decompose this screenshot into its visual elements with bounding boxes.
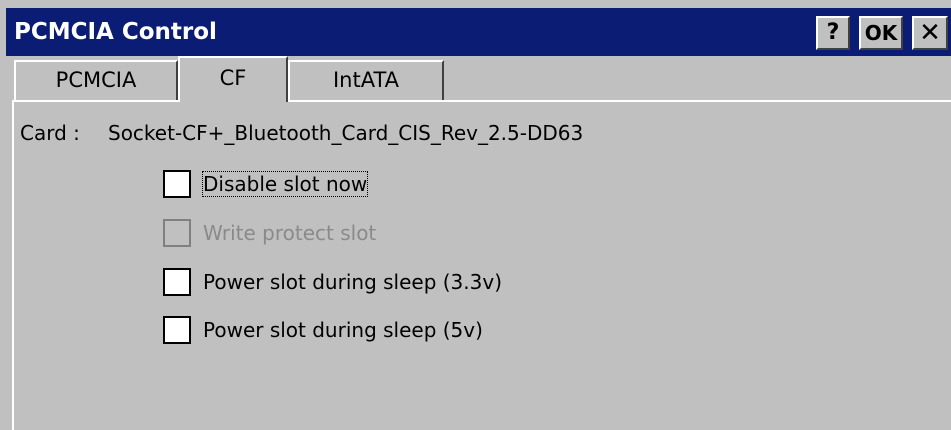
tab-intata[interactable]: IntATA [288,60,444,100]
power-sleep-5v-label[interactable]: Power slot during sleep (5v) [203,318,483,342]
pcmcia-control-window: PCMCIA Control ? OK ✕ PCMCIA CF IntATA C… [0,0,951,430]
power-sleep-3v3-checkbox[interactable] [163,268,191,296]
write-protect-label: Write protect slot [203,221,377,245]
tab-strip: PCMCIA CF IntATA [0,56,951,104]
disable-slot-checkbox[interactable] [163,170,191,198]
card-label: Card : [20,121,80,145]
tab-pcmcia[interactable]: PCMCIA [14,60,178,100]
close-button[interactable]: ✕ [912,16,948,50]
tab-cf[interactable]: CF [178,56,288,102]
disable-slot-label[interactable]: Disable slot now [201,171,369,197]
help-button[interactable]: ? [816,16,850,50]
power-sleep-3v3-label[interactable]: Power slot during sleep (3.3v) [203,270,502,294]
power-sleep-5v-checkbox[interactable] [163,316,191,344]
ok-button[interactable]: OK [859,16,903,50]
window-title: PCMCIA Control [14,19,217,45]
card-value: Socket-CF+_Bluetooth_Card_CIS_Rev_2.5-DD… [108,121,584,145]
tab-panel [12,100,951,430]
write-protect-checkbox [163,219,191,247]
title-bar[interactable]: PCMCIA Control ? OK ✕ [6,8,951,56]
